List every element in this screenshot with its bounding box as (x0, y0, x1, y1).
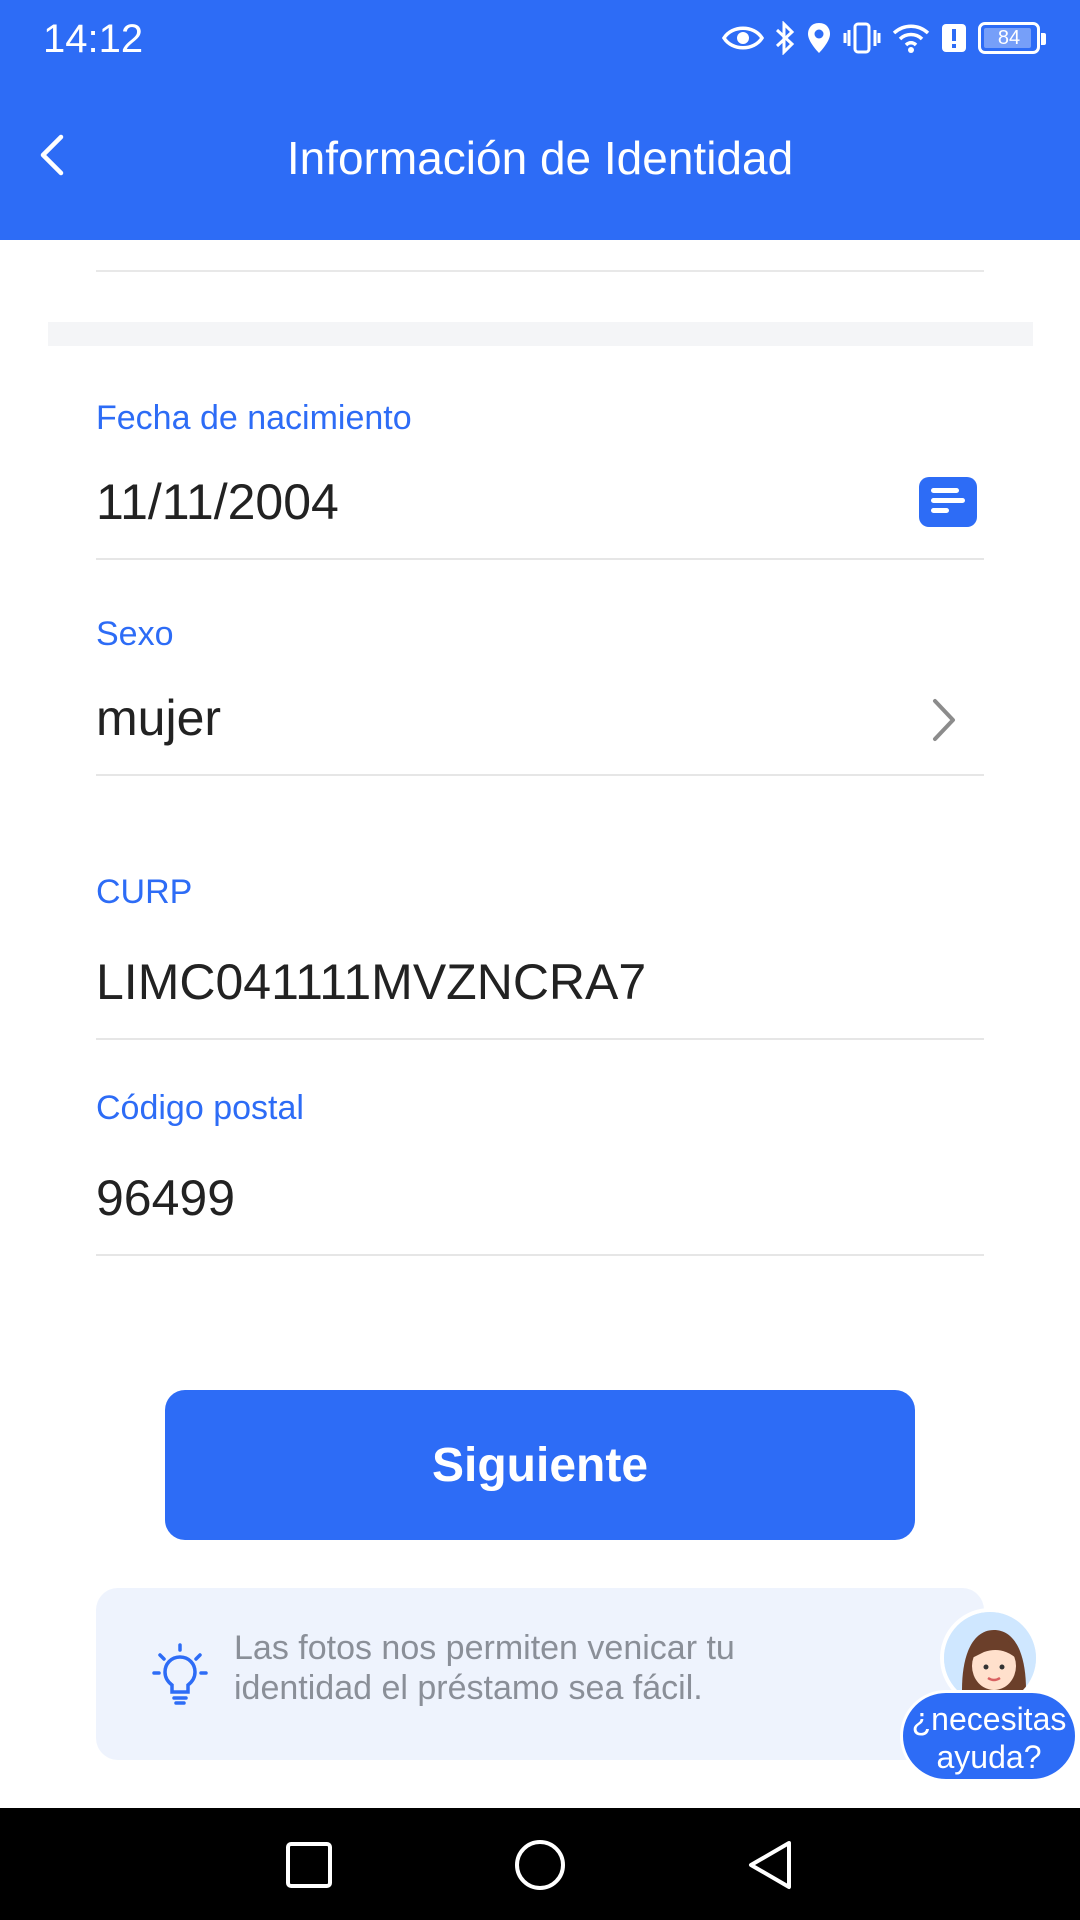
back-triangle-icon[interactable] (735, 1830, 805, 1900)
sex-label: Sexo (96, 615, 174, 653)
sex-field[interactable]: Sexo mujer (96, 606, 984, 778)
field-underline (96, 1038, 984, 1040)
birth-date-label: Fecha de nacimiento (96, 399, 412, 437)
app-header: 14:12 84 Información de Identidad (0, 0, 1080, 240)
recents-square-icon[interactable] (274, 1830, 344, 1900)
field-underline (96, 774, 984, 776)
next-button[interactable]: Siguiente (165, 1390, 915, 1540)
field-underline (96, 1254, 984, 1256)
postal-code-label: Código postal (96, 1089, 304, 1127)
birth-date-field[interactable]: Fecha de nacimiento 11/11/2004 (96, 390, 984, 562)
eye-icon (722, 16, 764, 60)
postal-code-value[interactable]: 96499 (96, 1168, 235, 1228)
bluetooth-icon (774, 16, 796, 60)
section-separator (48, 322, 1033, 346)
battery-icon: 84 (978, 16, 1046, 60)
home-circle-icon[interactable] (505, 1830, 575, 1900)
alert-icon (940, 16, 968, 60)
wifi-icon (892, 16, 930, 60)
tip-text: Las fotos nos permiten venicar tu identi… (234, 1629, 735, 1707)
help-button[interactable]: ¿necesitas ayuda? (898, 1608, 1080, 1782)
status-icons: 84 (722, 16, 1046, 60)
sex-value: mujer (96, 690, 222, 746)
divider (96, 270, 984, 272)
curp-value[interactable]: LIMC041111MVZNCRA7 (96, 952, 646, 1012)
curp-label: CURP (96, 873, 193, 911)
page-title: Información de Identidad (286, 132, 794, 184)
location-icon (806, 16, 832, 60)
help-label[interactable]: ¿necesitas ayuda? (900, 1690, 1078, 1782)
lightbulb-icon (152, 1643, 208, 1707)
tip-box: Las fotos nos permiten venicar tu identi… (96, 1588, 984, 1760)
calendar-icon[interactable] (918, 476, 978, 528)
postal-code-field[interactable]: Código postal 96499 (96, 1080, 984, 1258)
chevron-right-icon (924, 694, 964, 746)
birth-date-value: 11/11/2004 (96, 474, 339, 530)
status-time: 14:12 (43, 17, 144, 61)
system-nav-bar (0, 1808, 1080, 1920)
curp-field[interactable]: CURP LIMC041111MVZNCRA7 (96, 864, 984, 1042)
field-underline (96, 558, 984, 560)
battery-level: 84 (997, 26, 1021, 49)
vibrate-icon (842, 16, 882, 60)
